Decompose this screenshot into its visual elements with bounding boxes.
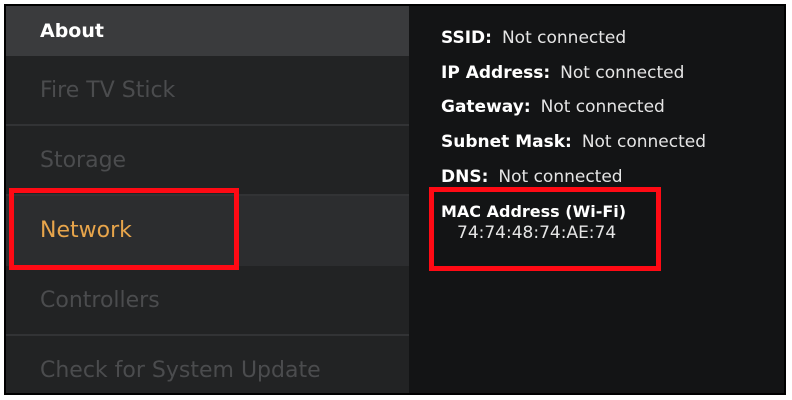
dns-label: DNS: (441, 167, 489, 187)
settings-screen: About Fire TV Stick Storage Network Cont… (4, 4, 786, 395)
ssid-value: Not connected (501, 28, 627, 48)
sidebar-item-fire-tv-stick[interactable]: Fire TV Stick (6, 56, 409, 126)
dns-value: Not connected (498, 167, 623, 187)
dns-row: DNS: Not connected (441, 167, 623, 187)
ip-address-row: IP Address: Not connected (441, 63, 684, 83)
sidebar-item-controllers[interactable]: Controllers (6, 266, 409, 336)
ip-address-value: Not connected (560, 63, 685, 83)
ip-address-label: IP Address: (441, 63, 551, 83)
mac-address-highlight-box (429, 187, 661, 271)
subnet-mask-label: Subnet Mask: (441, 132, 572, 152)
subnet-mask-row: Subnet Mask: Not connected (441, 132, 706, 152)
sidebar-item-label: Storage (40, 148, 127, 173)
ssid-label: SSID: (441, 28, 492, 48)
gateway-label: Gateway: (441, 97, 531, 117)
sidebar-item-label: Check for System Update (40, 358, 321, 383)
ssid-row: SSID: Not connected (441, 28, 626, 48)
subnet-mask-value: Not connected (581, 132, 707, 152)
sidebar-item-label: Fire TV Stick (40, 78, 176, 103)
gateway-value: Not connected (540, 97, 665, 117)
sidebar-header-about[interactable]: About (6, 6, 409, 56)
sidebar-item-label: Controllers (40, 288, 160, 313)
network-highlight-box (9, 188, 239, 270)
gateway-row: Gateway: Not connected (441, 97, 665, 117)
sidebar-item-storage[interactable]: Storage (6, 126, 409, 196)
sidebar-header-label: About (40, 20, 104, 42)
sidebar-item-check-for-system-update[interactable]: Check for System Update (6, 336, 409, 393)
